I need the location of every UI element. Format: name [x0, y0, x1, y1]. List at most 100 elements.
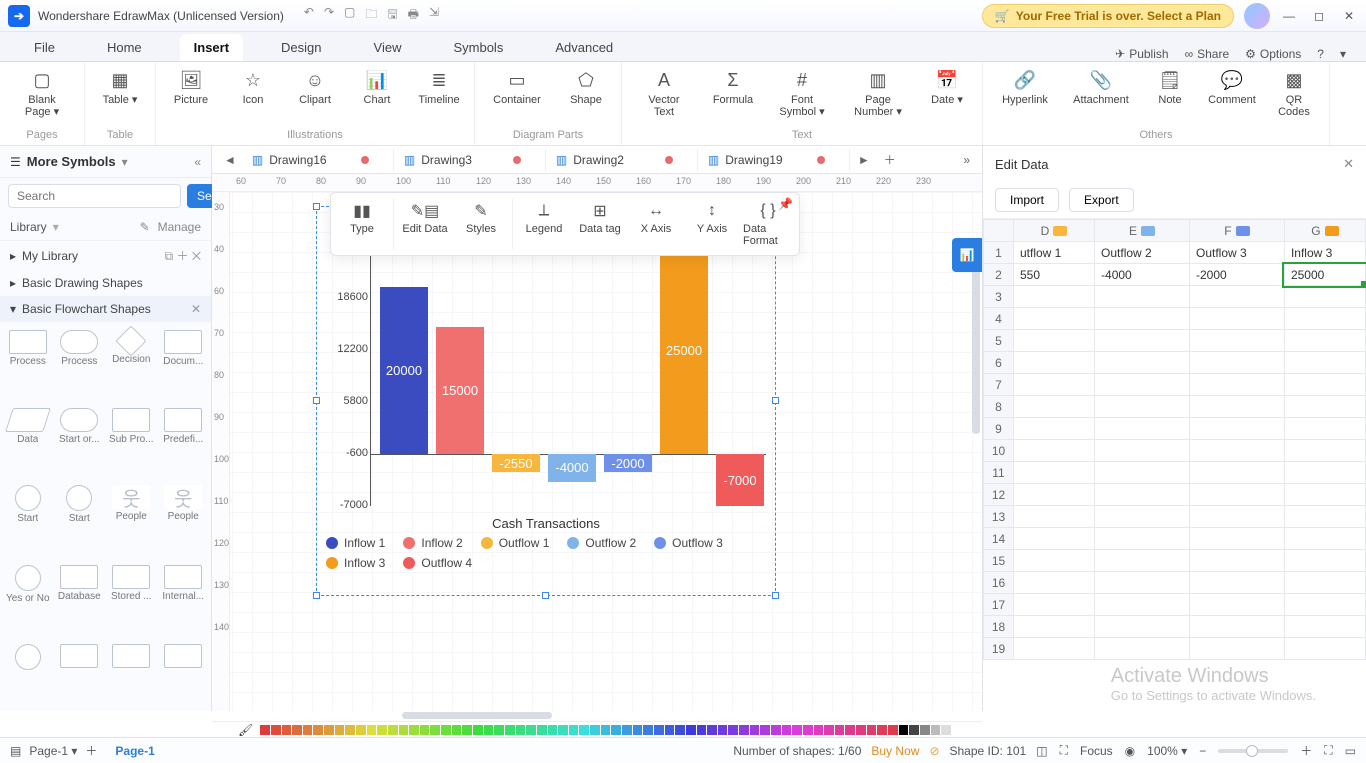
color-swatch[interactable]	[750, 725, 760, 735]
collapse-panel-icon[interactable]: «	[194, 155, 201, 169]
color-swatch[interactable]	[643, 725, 653, 735]
maximize-button[interactable]: ◻	[1310, 9, 1328, 23]
color-swatch[interactable]	[952, 725, 962, 735]
menu-tab-file[interactable]: File	[20, 34, 69, 61]
shape-docum-[interactable]: Docum...	[160, 328, 208, 402]
color-swatch[interactable]	[420, 725, 430, 735]
page-list-icon[interactable]: ▤	[10, 744, 21, 758]
shape-sub-pro-[interactable]: Sub Pro...	[107, 406, 155, 480]
color-swatch[interactable]	[633, 725, 643, 735]
buy-now-link[interactable]: Buy Now	[871, 744, 919, 758]
doc-tab-drawing16[interactable]: ▥Drawing16	[244, 149, 394, 171]
color-swatch[interactable]	[675, 725, 685, 735]
chart[interactable]: 18600122005800-600-70002000015000-2550-4…	[316, 206, 776, 596]
doc-tab-drawing2[interactable]: ▥Drawing2	[548, 149, 698, 171]
ribbon-icon[interactable]: ☆Icon	[224, 66, 282, 108]
fit-icon[interactable]: ◉	[1125, 744, 1135, 758]
panel-close-icon[interactable]: ✕	[1343, 156, 1354, 172]
tabs-prev-icon[interactable]: ◄	[218, 153, 242, 167]
zoom-level[interactable]: 100% ▾	[1147, 744, 1187, 758]
options-button[interactable]: ⚙ Options	[1245, 47, 1301, 61]
tabs-next-icon[interactable]: ►	[852, 153, 876, 167]
presentation-icon[interactable]: ▭	[1345, 744, 1356, 758]
export-button[interactable]: Export	[1069, 188, 1134, 212]
shape-extra[interactable]	[56, 642, 103, 705]
export-icon[interactable]: ⇲	[429, 5, 439, 26]
open-icon[interactable]: 🗀	[365, 5, 377, 26]
color-swatch[interactable]	[665, 725, 675, 735]
color-swatch[interactable]	[303, 725, 313, 735]
legend-outflow-2[interactable]: Outflow 2	[567, 536, 636, 550]
vertical-scrollbar[interactable]	[972, 254, 980, 434]
color-swatch[interactable]	[824, 725, 834, 735]
menu-tab-design[interactable]: Design	[267, 34, 335, 61]
shape-decision[interactable]: Decision	[107, 328, 155, 402]
color-swatch[interactable]	[814, 725, 824, 735]
color-swatch[interactable]	[601, 725, 611, 735]
color-swatch[interactable]	[590, 725, 600, 735]
color-swatch[interactable]	[441, 725, 451, 735]
avatar[interactable]	[1244, 3, 1270, 29]
color-swatch[interactable]	[345, 725, 355, 735]
doc-tab-drawing3[interactable]: ▥Drawing3	[396, 149, 546, 171]
shape-people[interactable]: 웃People	[160, 483, 208, 559]
ribbon-note[interactable]: 🗒Note	[1141, 66, 1199, 120]
hamburger-icon[interactable]: ☰	[10, 155, 21, 169]
color-swatch[interactable]	[516, 725, 526, 735]
color-swatch[interactable]	[697, 725, 707, 735]
chart-tb-x-axis[interactable]: ↔X Axis	[629, 197, 683, 251]
chart-tb-legend[interactable]: ⟂Legend	[517, 197, 571, 251]
zoom-out[interactable]: −	[1199, 744, 1206, 758]
cat-basic-flowchart[interactable]: ▾ Basic Flowchart Shapes✕	[0, 296, 211, 322]
color-swatch[interactable]	[388, 725, 398, 735]
color-swatch[interactable]	[260, 725, 270, 735]
shape-process[interactable]: Process	[4, 328, 52, 402]
legend-inflow-1[interactable]: Inflow 1	[326, 536, 385, 550]
shape-internal-[interactable]: Internal...	[160, 563, 208, 639]
color-swatch[interactable]	[537, 725, 547, 735]
color-swatch[interactable]	[430, 725, 440, 735]
color-swatch[interactable]	[484, 725, 494, 735]
ribbon-table[interactable]: ▦Table ▾	[91, 66, 149, 108]
color-swatch[interactable]	[292, 725, 302, 735]
focus-label[interactable]: Focus	[1080, 744, 1113, 758]
library-label[interactable]: Library	[10, 220, 47, 234]
cat-basic-drawing[interactable]: ▸ Basic Drawing Shapes	[0, 270, 211, 296]
ribbon-formula[interactable]: ΣFormula	[704, 66, 762, 120]
shape-start[interactable]: Start	[4, 483, 52, 559]
color-swatch[interactable]	[771, 725, 781, 735]
color-swatch[interactable]	[548, 725, 558, 735]
more-icon[interactable]: ▾	[1340, 47, 1346, 61]
horizontal-scrollbar[interactable]	[212, 711, 982, 721]
more-symbols-title[interactable]: More Symbols	[27, 154, 116, 169]
color-swatch[interactable]	[494, 725, 504, 735]
data-sheet[interactable]: DEFG1utflow 1Outflow 2Outflow 3Inflow 32…	[983, 218, 1366, 711]
canvas-inner[interactable]: 304060708090100110120130140 📊 📌 ▮▮Type✎▤…	[212, 192, 982, 711]
focus-icon[interactable]: ⛶	[1060, 743, 1068, 758]
color-swatch[interactable]	[505, 725, 515, 735]
save-icon[interactable]: 🖫	[387, 5, 397, 26]
color-swatch[interactable]	[452, 725, 462, 735]
legend-outflow-4[interactable]: Outflow 4	[403, 556, 472, 570]
legend-outflow-1[interactable]: Outflow 1	[481, 536, 550, 550]
new-icon[interactable]: ▢	[344, 5, 355, 26]
color-swatch[interactable]	[377, 725, 387, 735]
menu-tab-home[interactable]: Home	[93, 34, 156, 61]
trial-banner[interactable]: 🛒 Your Free Trial is over. Select a Plan	[982, 4, 1234, 28]
menu-tab-advanced[interactable]: Advanced	[541, 34, 627, 61]
add-tab-icon[interactable]: ＋	[878, 151, 902, 168]
ribbon-qr-codes[interactable]: ▩QRCodes	[1265, 66, 1323, 120]
page-tab[interactable]: Page-1	[105, 742, 164, 760]
chart-tb-styles[interactable]: ✎Styles	[454, 197, 508, 251]
ribbon-picture[interactable]: 🖼Picture	[162, 66, 220, 108]
bar-outflow-4[interactable]: -7000	[716, 454, 764, 506]
import-button[interactable]: Import	[995, 188, 1059, 212]
ribbon-attachment[interactable]: 📎Attachment	[1065, 66, 1137, 120]
bar-outflow-3[interactable]: -2000	[604, 454, 652, 472]
color-swatch[interactable]	[760, 725, 770, 735]
color-swatch[interactable]	[356, 725, 366, 735]
ribbon-blank-page[interactable]: ▢BlankPage ▾	[6, 66, 78, 120]
menu-tab-symbols[interactable]: Symbols	[439, 34, 517, 61]
color-swatch[interactable]	[707, 725, 717, 735]
minimize-button[interactable]: ―	[1280, 9, 1298, 23]
